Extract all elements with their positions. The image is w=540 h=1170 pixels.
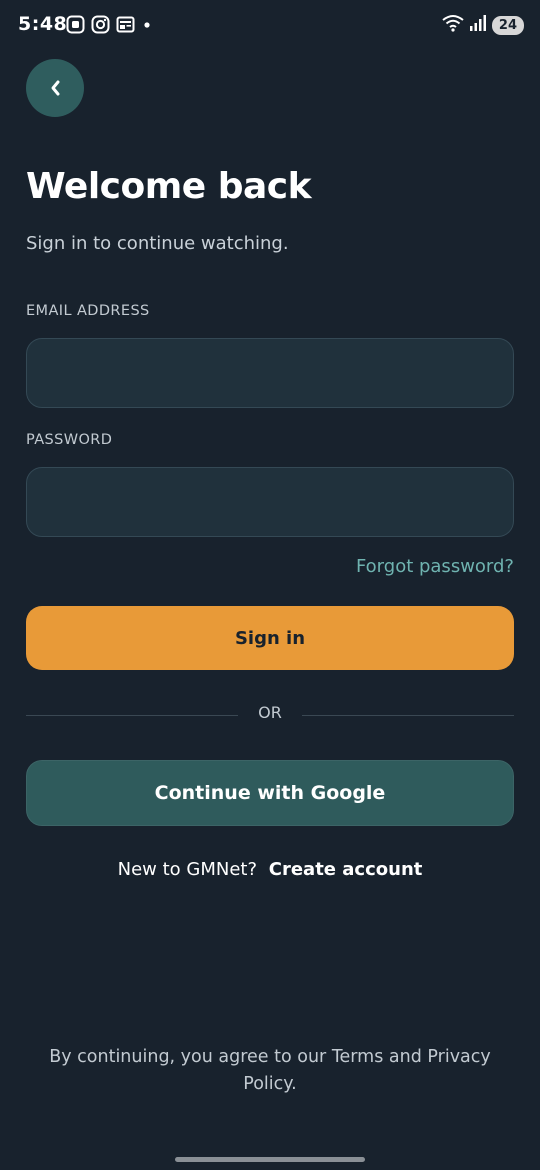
status-bar: 5:48 24 <box>0 0 540 50</box>
legal-text: By continuing, you agree to our Terms an… <box>49 1047 491 1094</box>
page-title: Welcome back <box>26 166 312 207</box>
wifi-icon <box>442 14 464 36</box>
continue-with-google-button[interactable]: Continue with Google <box>26 760 514 826</box>
signal-icon <box>469 14 487 36</box>
instagram-icon <box>91 15 110 34</box>
create-account-link[interactable]: Create account <box>269 859 423 880</box>
email-field[interactable] <box>26 338 514 408</box>
chevron-left-icon <box>51 80 60 96</box>
email-label: EMAIL ADDRESS <box>26 303 150 319</box>
screenshot-icon <box>66 15 85 34</box>
battery-icon: 24 <box>491 15 524 35</box>
signup-prompt: New to GMNet? <box>117 859 258 880</box>
system-icons: 24 <box>442 14 524 36</box>
page-subtitle: Sign in to continue watching. <box>26 233 289 254</box>
status-time: 5:48 <box>18 13 68 35</box>
password-label: PASSWORD <box>26 432 113 448</box>
home-indicator[interactable] <box>175 1157 365 1162</box>
password-field[interactable] <box>26 467 514 537</box>
notification-icons <box>66 15 153 34</box>
divider-or: OR <box>258 703 282 722</box>
forgot-password-link[interactable]: Forgot password? <box>356 556 514 577</box>
dot-icon <box>141 15 153 34</box>
divider-line-right <box>302 715 514 716</box>
news-icon <box>116 15 135 34</box>
signin-button[interactable]: Sign in <box>26 606 514 670</box>
signup-row: New to GMNet? Create account <box>0 859 540 880</box>
back-button[interactable] <box>26 59 84 117</box>
